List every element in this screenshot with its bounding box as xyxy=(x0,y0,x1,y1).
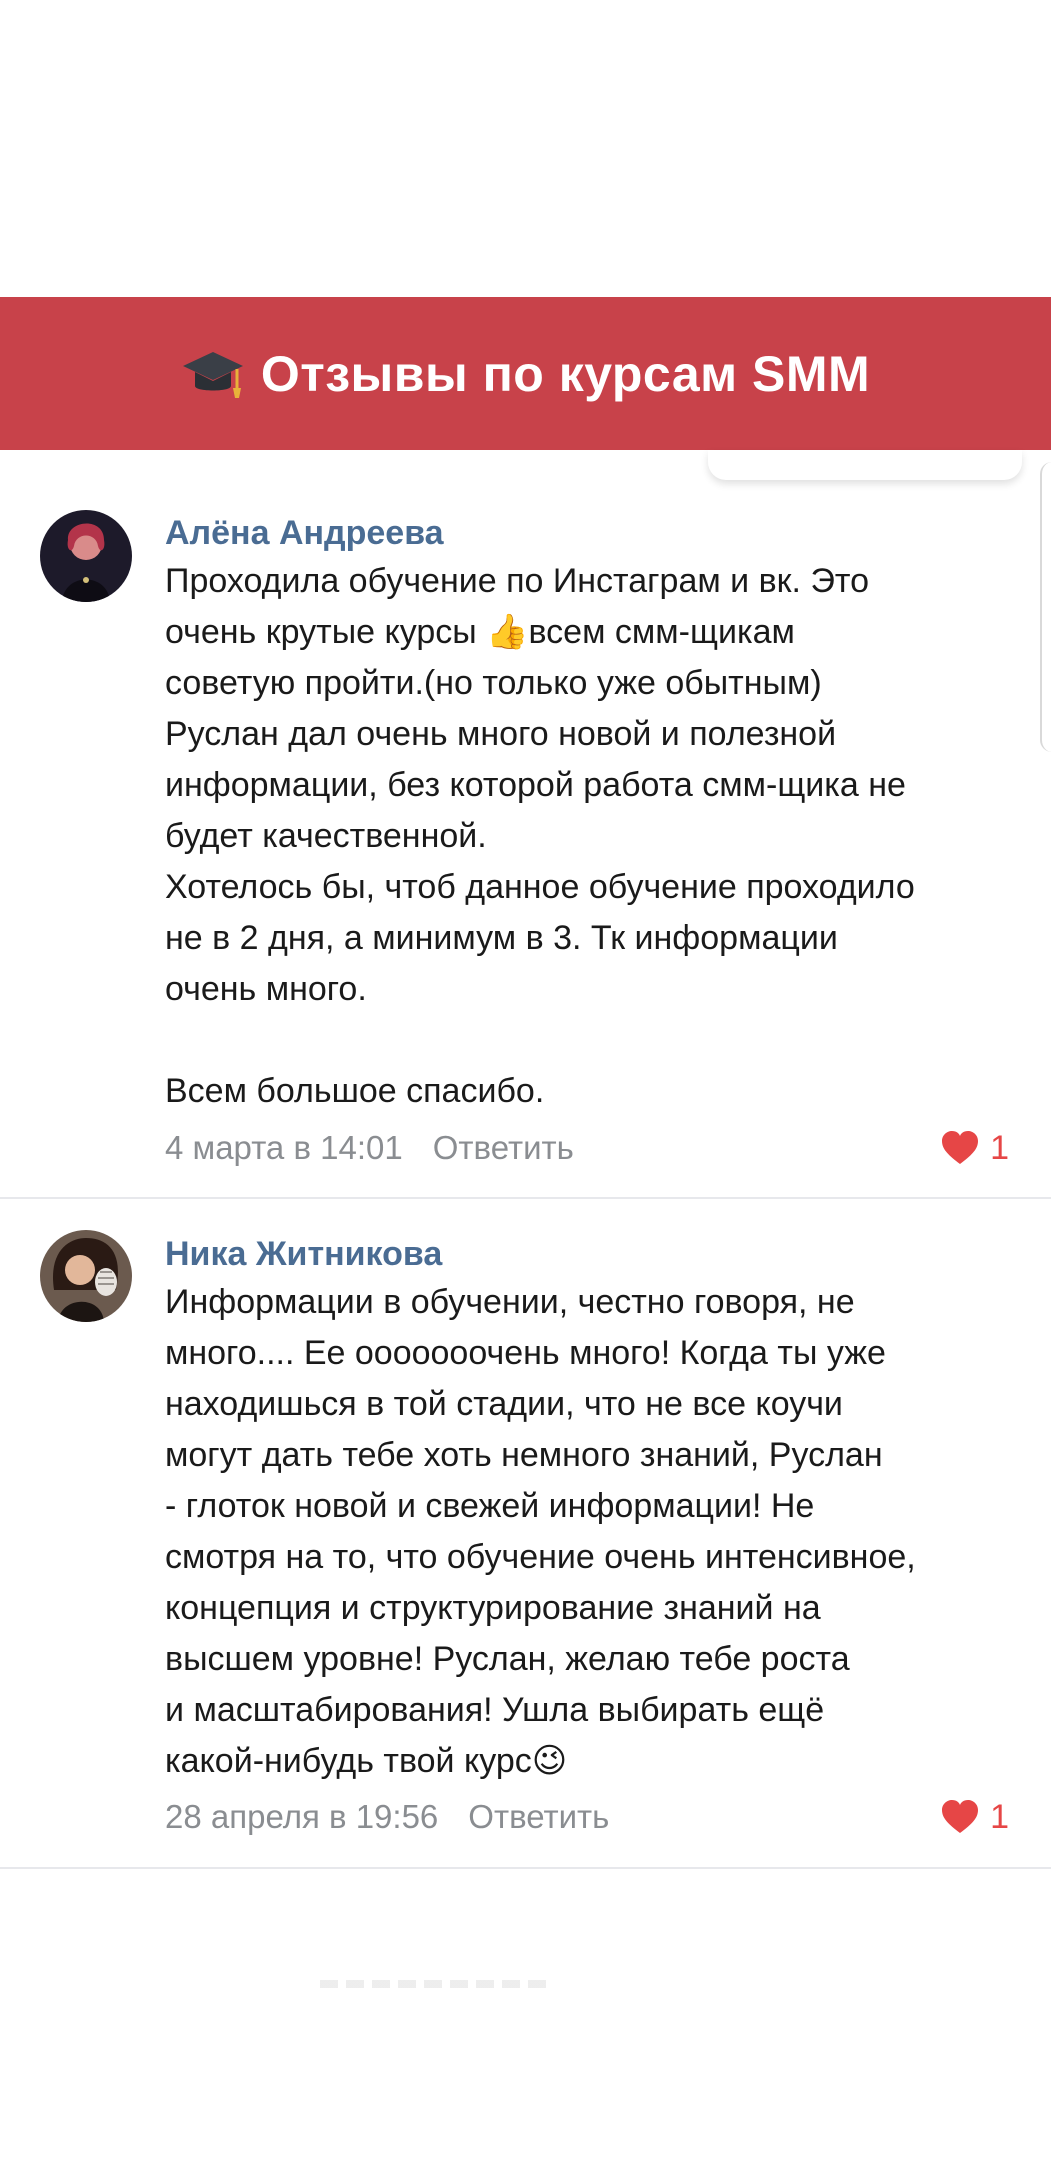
divider xyxy=(0,1867,1051,1869)
comment-meta: 28 апреля в 19:56 Ответить xyxy=(165,1797,609,1837)
heart-icon xyxy=(942,1131,979,1164)
comment-date[interactable]: 4 марта в 14:01 xyxy=(165,1129,403,1166)
reply-button[interactable]: Ответить xyxy=(433,1129,574,1166)
comment-author[interactable]: Алёна Андреева xyxy=(165,513,444,553)
like-count: 1 xyxy=(990,1798,1009,1836)
banner-title: Отзывы по курсам SMM xyxy=(260,345,871,402)
comment-date[interactable]: 28 апреля в 19:56 xyxy=(165,1798,438,1835)
like-button[interactable]: 1 xyxy=(940,1797,1009,1837)
heart-icon xyxy=(942,1800,979,1833)
like-count: 1 xyxy=(990,1129,1009,1167)
side-panel-edge xyxy=(1040,462,1051,752)
header-banner: Отзывы по курсам SMM xyxy=(0,297,1051,450)
popup-edge xyxy=(708,450,1022,480)
divider xyxy=(0,1197,1051,1199)
avatar[interactable] xyxy=(40,1230,132,1322)
reply-button[interactable]: Ответить xyxy=(468,1798,609,1835)
comment-text: Информации в обучении, честно говоря, не… xyxy=(165,1283,916,1780)
comment-author[interactable]: Ника Житникова xyxy=(165,1234,442,1274)
graduation-cap-icon xyxy=(181,342,245,406)
faded-text-remnant xyxy=(320,1980,550,1988)
avatar[interactable] xyxy=(40,510,132,602)
like-button[interactable]: 1 xyxy=(940,1128,1009,1168)
comment-meta: 4 марта в 14:01 Ответить xyxy=(165,1128,574,1168)
comment-text: Проходила обучение по Инстаграм и вк. Эт… xyxy=(165,562,915,1110)
